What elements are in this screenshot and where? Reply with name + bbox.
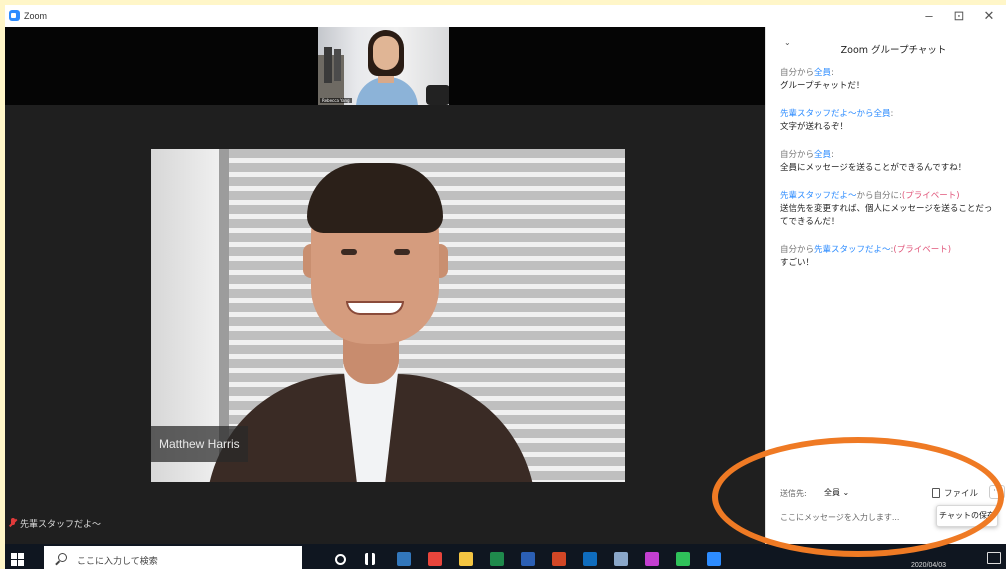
windows-taskbar: ここに入力して検索 2020/04/03 (5, 544, 1006, 569)
close-button[interactable]: ✕ (975, 6, 1003, 26)
thumbnail-strip: Rebecca Yang (5, 27, 765, 105)
save-chat-menu-item[interactable]: チャットの保存 (936, 505, 998, 527)
participant-thumbnail[interactable]: Rebecca Yang (318, 27, 449, 105)
chat-message: 自分から全員: グループチャットだ！ (780, 68, 865, 91)
photos-icon[interactable] (614, 552, 628, 566)
outlook-icon[interactable] (583, 552, 597, 566)
chat-panel: ⌄ Zoom グループチャット 自分から全員: グループチャットだ！ 先輩スタッ… (765, 27, 1006, 544)
chat-message-input[interactable] (780, 509, 930, 525)
notification-icon[interactable] (987, 552, 1001, 564)
file-button[interactable]: ファイル (932, 487, 978, 499)
taskbar-search-placeholder: ここに入力して検索 (77, 557, 158, 567)
send-to-label: 送信先: (780, 489, 807, 498)
chat-title: Zoom グループチャット (840, 45, 947, 56)
file-icon (932, 488, 940, 498)
restore-button[interactable]: ⊡ (945, 6, 973, 26)
recipient-dropdown[interactable]: 全員 ⌄ (818, 484, 855, 501)
excel-icon[interactable] (490, 552, 504, 566)
chat-message-list: 自分から全員: グループチャットだ！ 先輩スタッフだよ～から全員: 文字が送れる… (780, 67, 1000, 285)
chat-message: 先輩スタッフだよ～から自分に:(プライベート) 送信先を変更すれば、個人にメッセ… (780, 191, 993, 227)
title-bar: Zoom – ⊡ ✕ (5, 5, 1006, 27)
active-speaker-label: 先輩スタッフだよ～ (9, 517, 101, 530)
chat-message: 先輩スタッフだよ～から全員: 文字が送れるぞ！ (780, 109, 894, 132)
windows-start-button[interactable] (11, 553, 24, 566)
zoom-logo-icon (9, 10, 20, 21)
more-options-button[interactable]: ··· (989, 485, 1005, 499)
video-area: Rebecca Yang Matthew Harris 先輩スタッフだよ～ (5, 27, 765, 544)
app-frame: Zoom – ⊡ ✕ Rebecca Yang Matthew Harris 先… (5, 5, 1006, 569)
chat-message: 自分から全員: 全員にメッセージを送ることができるんですね！ (780, 150, 967, 173)
powerpoint-icon[interactable] (552, 552, 566, 566)
active-speaker-name: 先輩スタッフだよ～ (20, 520, 102, 530)
taskbar-search-box[interactable]: ここに入力して検索 (44, 546, 302, 569)
minimize-button[interactable]: – (915, 6, 943, 26)
zoom-icon[interactable] (707, 552, 721, 566)
participant-name-tag: Matthew Harris (151, 426, 248, 462)
taskbar-date: 2020/04/03 (911, 562, 947, 569)
chrome-icon[interactable] (428, 552, 442, 566)
word-icon[interactable] (521, 552, 535, 566)
thumbnail-name-label: Rebecca Yang (320, 98, 352, 103)
task-view-icon[interactable] (365, 553, 375, 565)
maps-icon[interactable] (645, 552, 659, 566)
search-icon (58, 553, 67, 562)
cortana-icon[interactable] (335, 554, 346, 565)
file-explorer-icon[interactable] (459, 552, 473, 566)
muted-mic-icon (9, 518, 17, 528)
window-title: Zoom (24, 11, 48, 21)
chat-message: 自分から先輩スタッフだよ～:(プライベート) すごい！ (780, 245, 952, 268)
line-icon[interactable] (676, 552, 690, 566)
chat-header: ⌄ Zoom グループチャット (766, 27, 1006, 57)
main-participant-video[interactable]: Matthew Harris (151, 149, 625, 482)
chat-footer: 送信先: 全員 ⌄ ファイル ··· チャットの保存 (766, 477, 1006, 544)
edge-icon[interactable] (397, 552, 411, 566)
